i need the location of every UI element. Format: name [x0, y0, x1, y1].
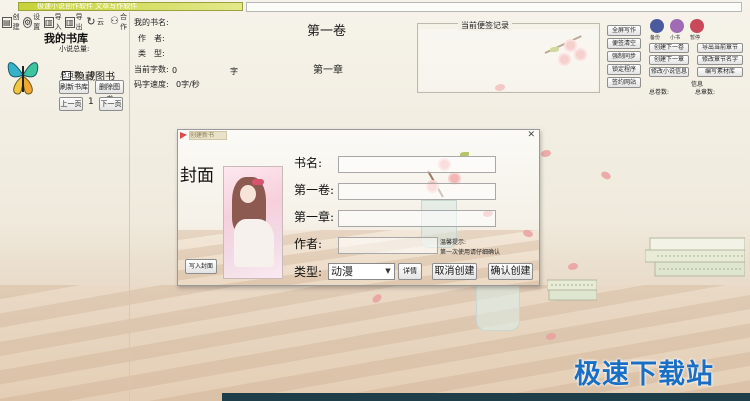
blossom-flower: [450, 174, 459, 183]
next-page-button[interactable]: 下一页: [99, 97, 123, 111]
book-stack-illustration: [645, 237, 745, 277]
refresh-icon: ↻: [86, 14, 96, 28]
title-bar-field: [246, 2, 742, 12]
cooperate-button[interactable]: ⚇ 合作: [110, 12, 129, 32]
novel-total-label: 小说总量:: [59, 45, 90, 53]
dialog-title: 创建新书: [189, 131, 227, 140]
create-button[interactable]: ▤ 创建: [2, 12, 21, 32]
delete-book-button[interactable]: 删除图书: [95, 80, 124, 103]
page-number: 1: [88, 97, 94, 107]
bottom-status-bar: [222, 393, 750, 401]
notes-button-column: 全屏写作 便签清空 强制同步 锁定程序 签约网站: [607, 25, 641, 90]
clear-notes-button[interactable]: 便签清空: [607, 38, 641, 49]
backup-label: 备份: [650, 35, 661, 41]
cover-image[interactable]: [223, 166, 283, 279]
book-avatar-icon[interactable]: [670, 19, 684, 33]
author-label: 作 者:: [138, 34, 165, 43]
main-toolbar: ▤ 创建 ⚙ 设置 ▥ 导入 ▥ 导出 ↻ 云 ⚇ 合作: [2, 12, 129, 32]
window-title-strip: 极速小说创作软件 文章写作软件: [18, 2, 243, 11]
tip-title: 温馨提示:: [440, 239, 467, 246]
book-icon: ▥: [44, 16, 54, 28]
site-watermark: 极速下载站: [574, 359, 714, 390]
create-next-volume-button[interactable]: 创建下一卷: [649, 43, 689, 53]
tip-text: 第一次使用请仔细确认: [440, 249, 501, 256]
author-input[interactable]: [338, 237, 438, 254]
export-chapter-button[interactable]: 导出当前章节: [697, 43, 743, 53]
lock-program-button[interactable]: 锁定程序: [607, 64, 641, 75]
force-sync-button[interactable]: 强制同步: [607, 51, 641, 62]
detail-button[interactable]: 详情: [398, 263, 422, 280]
signing-site-button[interactable]: 签约网站: [607, 77, 641, 88]
cover-label: 封面: [180, 166, 214, 186]
total-chapters-label: 总章数:: [695, 89, 716, 96]
type-field-label: 类型:: [294, 265, 323, 279]
confirm-create-button[interactable]: 确认创建: [488, 263, 533, 280]
create-book-dialog: 创建新书 ✕ 封面 写入封面 书名: 第一卷: 第一章: 作者: 温馨提示: 第…: [177, 129, 540, 286]
settings-button[interactable]: ⚙ 设置: [23, 12, 42, 32]
write-cover-button[interactable]: 写入封面: [185, 259, 217, 274]
cloud-button[interactable]: ↻ 云: [86, 14, 104, 28]
rename-chapter-button[interactable]: 修改章节名字: [697, 55, 743, 65]
document-icon: ▤: [2, 16, 12, 28]
first-chapter-label: 第一章:: [294, 210, 335, 224]
type-select-value: 动漫: [331, 265, 353, 278]
chapter-title: 第一章: [313, 65, 343, 76]
book-icon: ▥: [65, 16, 75, 28]
backup-avatar-icon[interactable]: [650, 19, 664, 33]
typing-speed-label: 码字速度:: [134, 80, 169, 89]
notes-textarea[interactable]: [419, 29, 598, 91]
library-panel: ▤ 创建 ⚙ 设置 ▥ 导入 ▥ 导出 ↻ 云 ⚇ 合作 我的书库 小说总量: 隐藏图书 总…: [0, 12, 130, 401]
refresh-library-button[interactable]: 刷新书库: [59, 80, 89, 94]
pause-avatar-icon[interactable]: [690, 19, 704, 33]
gear-icon: ⚙: [23, 16, 33, 28]
total-pages-label: 总页数:: [60, 71, 84, 79]
right-panel: 备份 小书 暂停 创建下一卷 导出当前章节 创建下一章 修改章节名字 修改小说信…: [643, 12, 748, 401]
book-stack-illustration: [547, 279, 597, 301]
typing-speed-value: 0字/秒: [176, 80, 200, 89]
butterfly-logo: [7, 62, 39, 95]
word-unit: 字: [230, 67, 238, 76]
current-words-label: 当前字数:: [134, 65, 169, 74]
prev-page-button[interactable]: 上一页: [59, 97, 83, 111]
book-name-label: 书名:: [294, 156, 323, 170]
volume-title: 第一卷: [307, 24, 347, 39]
pause-label: 暂停: [690, 35, 701, 41]
material-library-button[interactable]: 编写素材库: [697, 67, 743, 77]
type-select[interactable]: 动漫 ▼: [328, 263, 395, 280]
first-volume-label: 第一卷:: [294, 183, 335, 197]
cover-art-face: [240, 185, 256, 203]
person-icon: ⚇: [110, 15, 119, 27]
create-next-chapter-button[interactable]: 创建下一章: [649, 55, 689, 65]
current-words-value: 0: [172, 66, 178, 75]
total-volumes-label: 总卷数:: [649, 89, 670, 96]
cancel-create-button[interactable]: 取消创建: [432, 263, 477, 280]
author-field-label: 作者:: [294, 237, 323, 251]
book-name-input[interactable]: [338, 156, 496, 173]
dialog-titlebar: 创建新书 ✕: [178, 130, 539, 141]
notes-label: 当前便签记录: [458, 20, 512, 31]
cover-art-dress: [234, 219, 274, 267]
fullscreen-write-button[interactable]: 全屏写作: [607, 25, 641, 36]
first-volume-input[interactable]: [338, 183, 496, 200]
edit-novel-info-button[interactable]: 修改小说信息: [649, 67, 689, 77]
glass-vase: [476, 285, 520, 331]
cover-art-bow: [252, 179, 264, 185]
close-icon[interactable]: ✕: [527, 130, 535, 140]
export-button[interactable]: ▥ 导出: [65, 12, 84, 32]
book-avatar-label: 小书: [670, 35, 681, 41]
total-pages-value: 0: [90, 70, 96, 79]
chevron-down-icon: ▼: [385, 267, 391, 275]
first-chapter-input[interactable]: [338, 210, 496, 227]
my-book-label: 我的书名:: [134, 18, 169, 27]
type-label: 类 型:: [138, 49, 165, 58]
dialog-flag-icon: [180, 132, 187, 139]
import-button[interactable]: ▥ 导入: [44, 12, 63, 32]
